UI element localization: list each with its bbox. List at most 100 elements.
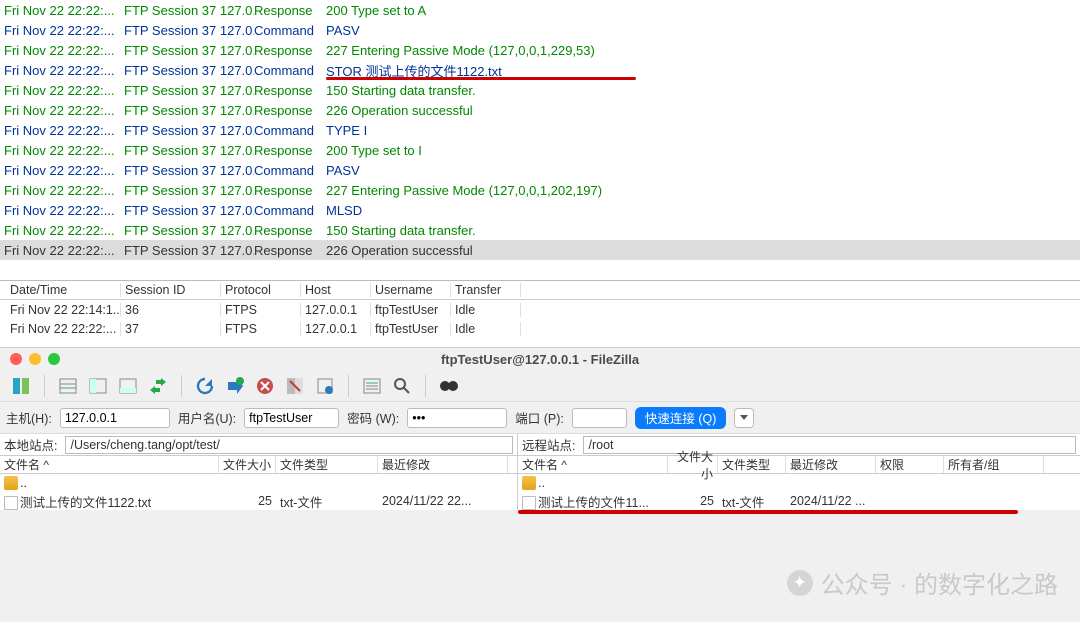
log-row[interactable]: Fri Nov 22 22:22:...FTP Session 37 127.0… (0, 200, 1080, 220)
col-size[interactable]: 文件大小 (668, 456, 718, 473)
log-row[interactable]: Fri Nov 22 22:22:...FTP Session 37 127.0… (0, 80, 1080, 100)
col-type[interactable]: 文件类型 (276, 456, 378, 473)
close-icon[interactable] (10, 353, 22, 365)
log-message: 227 Entering Passive Mode (127,0,0,1,202… (326, 183, 1076, 198)
col-mod[interactable]: 最近修改 (378, 456, 508, 473)
list-item[interactable]: .. (0, 474, 517, 492)
search-icon[interactable] (391, 375, 413, 397)
path-row: 本地站点: /Users/cheng.tang/opt/test/ 远程站点: … (0, 434, 1080, 456)
remote-path-input[interactable]: /root (583, 436, 1076, 454)
log-type: Command (254, 203, 326, 218)
log-row[interactable]: Fri Nov 22 22:22:...FTP Session 37 127.0… (0, 40, 1080, 60)
log-message: 200 Type set to A (326, 3, 1076, 18)
file-icon (4, 496, 18, 510)
titlebar[interactable]: ftpTestUser@127.0.0.1 - FileZilla (0, 348, 1080, 370)
log-row[interactable]: Fri Nov 22 22:22:...FTP Session 37 127.0… (0, 220, 1080, 240)
window-controls (0, 353, 60, 365)
maximize-icon[interactable] (48, 353, 60, 365)
local-list-body[interactable]: ..测试上传的文件1122.txt25txt-文件2024/11/22 22..… (0, 474, 517, 510)
col-perm[interactable]: 权限 (876, 456, 944, 473)
port-input[interactable] (572, 408, 627, 428)
col-host[interactable]: Host (301, 283, 371, 297)
log-session: FTP Session 37 127.0.... (124, 3, 254, 18)
host-label: 主机(H): (6, 408, 52, 427)
log-date: Fri Nov 22 22:22:... (4, 203, 124, 218)
log-row[interactable]: Fri Nov 22 22:22:...FTP Session 37 127.0… (0, 60, 1080, 80)
col-session[interactable]: Session ID (121, 283, 221, 297)
log-type: Command (254, 123, 326, 138)
col-transfer[interactable]: Transfer (451, 283, 521, 297)
col-type[interactable]: 文件类型 (718, 456, 786, 473)
log-type: Response (254, 83, 326, 98)
pass-input[interactable] (407, 408, 507, 428)
server-log: Fri Nov 22 22:22:...FTP Session 37 127.0… (0, 0, 1080, 270)
col-name[interactable]: 文件名 ^ (518, 456, 668, 473)
log-type: Command (254, 63, 326, 78)
col-name[interactable]: 文件名 ^ (0, 456, 219, 473)
log-type: Command (254, 23, 326, 38)
host-input[interactable] (60, 408, 170, 428)
file-icon (522, 496, 536, 510)
col-user[interactable]: Username (371, 283, 451, 297)
quickconnect-bar: 主机(H): 用户名(U): 密码 (W): 端口 (P): 快速连接 (Q) (0, 402, 1080, 434)
log-message: 200 Type set to I (326, 143, 1076, 158)
site-manager-icon[interactable] (10, 375, 32, 397)
filter-icon[interactable] (361, 375, 383, 397)
history-dropdown[interactable] (734, 408, 754, 428)
log-session: FTP Session 37 127.0.... (124, 143, 254, 158)
log-row[interactable]: Fri Nov 22 22:22:...FTP Session 37 127.0… (0, 0, 1080, 20)
user-label: 用户名(U): (178, 408, 236, 427)
log-session: FTP Session 37 127.0.... (124, 123, 254, 138)
toggle-log-icon[interactable] (57, 375, 79, 397)
quickconnect-button[interactable]: 快速连接 (Q) (635, 407, 727, 429)
sessions-table: Date/Time Session ID Protocol Host Usern… (0, 280, 1080, 338)
col-date[interactable]: Date/Time (6, 283, 121, 297)
log-row[interactable]: Fri Nov 22 22:22:...FTP Session 37 127.0… (0, 20, 1080, 40)
toggle-queue-icon[interactable] (117, 375, 139, 397)
log-session: FTP Session 37 127.0.... (124, 43, 254, 58)
lists-row: 文件名 ^ 文件大小 文件类型 最近修改 ..测试上传的文件1122.txt25… (0, 456, 1080, 510)
refresh-icon[interactable] (194, 375, 216, 397)
col-size[interactable]: 文件大小 (219, 456, 276, 473)
list-item[interactable]: 测试上传的文件11...25txt-文件2024/11/22 ... (518, 492, 1080, 510)
log-row[interactable]: Fri Nov 22 22:22:...FTP Session 37 127.0… (0, 140, 1080, 160)
toggle-dirtree-icon[interactable] (87, 375, 109, 397)
log-message: PASV (326, 163, 1076, 178)
log-date: Fri Nov 22 22:22:... (4, 63, 124, 78)
log-session: FTP Session 37 127.0.... (124, 203, 254, 218)
session-row[interactable]: Fri Nov 22 22:14:1...36FTPS127.0.0.1ftpT… (0, 300, 1080, 319)
cancel-icon[interactable] (254, 375, 276, 397)
log-session: FTP Session 37 127.0.... (124, 103, 254, 118)
disconnect-icon[interactable] (284, 375, 306, 397)
local-site-label: 本地站点: (0, 435, 61, 454)
annotation-underline (518, 510, 1018, 514)
col-owner[interactable]: 所有者/组 (944, 456, 1044, 473)
reconnect-icon[interactable] (314, 375, 336, 397)
remote-list-body[interactable]: ..测试上传的文件11...25txt-文件2024/11/22 ... (518, 474, 1080, 510)
local-path-input[interactable]: /Users/cheng.tang/opt/test/ (65, 436, 513, 454)
log-row[interactable]: Fri Nov 22 22:22:...FTP Session 37 127.0… (0, 180, 1080, 200)
session-row[interactable]: Fri Nov 22 22:22:...37FTPS127.0.0.1ftpTe… (0, 319, 1080, 338)
log-date: Fri Nov 22 22:22:... (4, 3, 124, 18)
log-row[interactable]: Fri Nov 22 22:22:...FTP Session 37 127.0… (0, 120, 1080, 140)
user-input[interactable] (244, 408, 339, 428)
log-type: Response (254, 223, 326, 238)
log-type: Response (254, 3, 326, 18)
log-row[interactable]: Fri Nov 22 22:22:...FTP Session 37 127.0… (0, 100, 1080, 120)
sync-icon[interactable] (147, 375, 169, 397)
log-row[interactable]: Fri Nov 22 22:22:...FTP Session 37 127.0… (0, 160, 1080, 180)
log-type: Response (254, 43, 326, 58)
minimize-icon[interactable] (29, 353, 41, 365)
process-queue-icon[interactable] (224, 375, 246, 397)
log-row[interactable]: Fri Nov 22 22:22:...FTP Session 37 127.0… (0, 240, 1080, 260)
remote-path-pane: 远程站点: /root (518, 434, 1080, 455)
log-date: Fri Nov 22 22:22:... (4, 243, 124, 258)
log-date: Fri Nov 22 22:22:... (4, 163, 124, 178)
col-proto[interactable]: Protocol (221, 283, 301, 297)
compare-icon[interactable] (438, 375, 460, 397)
col-mod[interactable]: 最近修改 (786, 456, 876, 473)
list-item[interactable]: .. (518, 474, 1080, 492)
log-session: FTP Session 37 127.0.... (124, 183, 254, 198)
log-date: Fri Nov 22 22:22:... (4, 143, 124, 158)
list-item[interactable]: 测试上传的文件1122.txt25txt-文件2024/11/22 22... (0, 492, 517, 510)
